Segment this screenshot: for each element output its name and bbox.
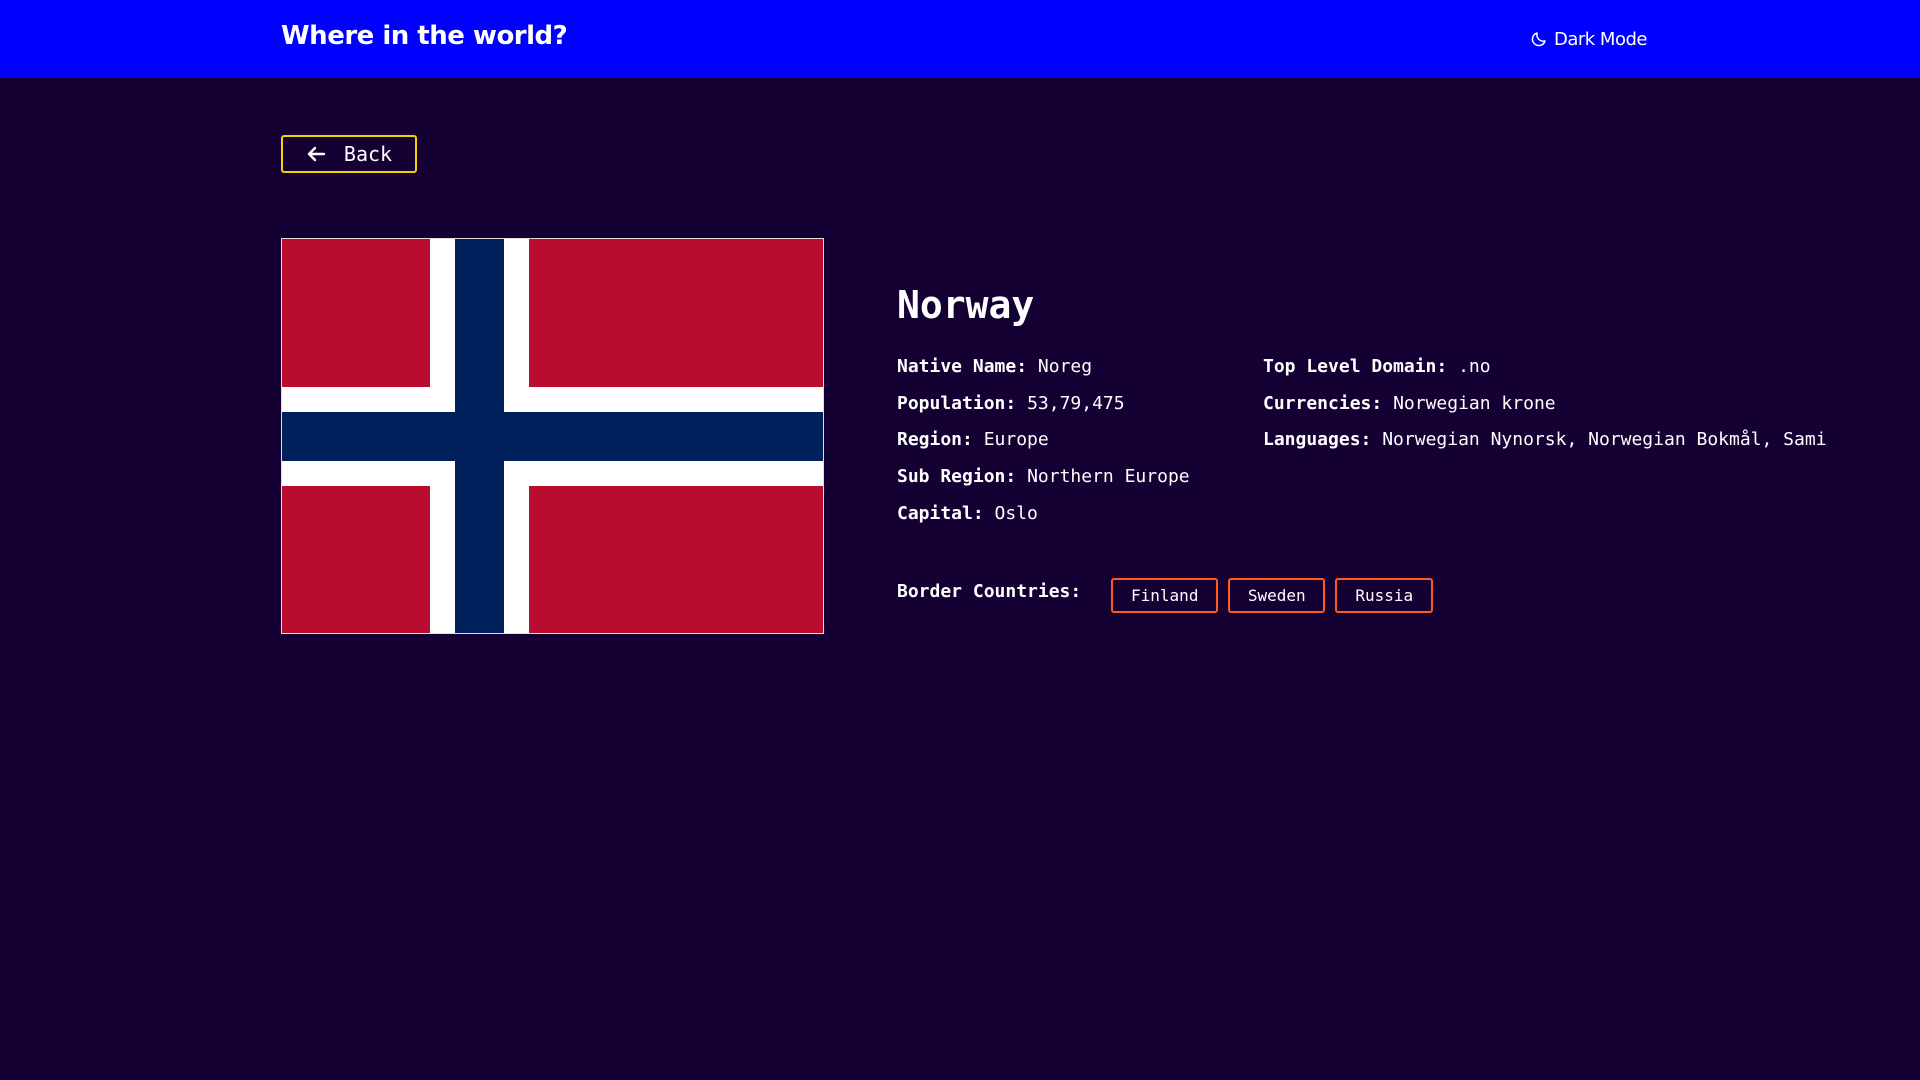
detail-value: Norwegian krone bbox=[1393, 392, 1556, 414]
detail-label: Region: bbox=[897, 429, 973, 451]
border-country-button[interactable]: Russia bbox=[1335, 578, 1434, 613]
detail-population: Population: 53,79,475 bbox=[897, 393, 1190, 430]
detail-currencies: Currencies: Norwegian krone bbox=[1263, 393, 1827, 430]
detail-languages: Languages: Norwegian Nynorsk, Norwegian … bbox=[1263, 429, 1827, 466]
border-country-button[interactable]: Sweden bbox=[1228, 578, 1326, 613]
detail-top-level-domain: Top Level Domain: .no bbox=[1263, 356, 1827, 393]
app-title: Where in the world? bbox=[281, 21, 568, 51]
detail-sub-region: Sub Region: Northern Europe bbox=[897, 466, 1190, 503]
detail-label: Sub Region: bbox=[897, 466, 1017, 488]
moon-icon bbox=[1530, 30, 1548, 48]
detail-label: Languages: bbox=[1263, 429, 1372, 451]
detail-native-name: Native Name: Noreg bbox=[897, 356, 1190, 393]
detail-value: Noreg bbox=[1037, 356, 1093, 377]
flag-blue-horizontal bbox=[282, 412, 823, 461]
detail-label: Native Name: bbox=[897, 356, 1028, 377]
dark-mode-toggle[interactable]: Dark Mode bbox=[1530, 27, 1647, 51]
detail-label: Currencies: bbox=[1263, 392, 1383, 414]
dark-mode-label: Dark Mode bbox=[1554, 28, 1647, 50]
detail-region: Region: Europe bbox=[897, 429, 1190, 466]
detail-label: Population: bbox=[897, 392, 1017, 414]
arrow-left-icon bbox=[306, 146, 326, 162]
app-header: Where in the world? Dark Mode bbox=[0, 0, 1920, 78]
detail-value: Oslo bbox=[994, 502, 1038, 524]
detail-label: Top Level Domain: bbox=[1263, 356, 1448, 377]
detail-value: 53,79,475 bbox=[1027, 392, 1125, 414]
detail-value: Northern Europe bbox=[1027, 466, 1190, 488]
detail-value: Norwegian Nynorsk, Norwegian Bokmål, Sam… bbox=[1382, 429, 1827, 451]
country-name: Norway bbox=[897, 283, 1035, 327]
border-countries: Border Countries: Finland Sweden Russia bbox=[897, 578, 1443, 613]
back-label: Back bbox=[343, 142, 393, 166]
details-right: Top Level Domain: .no Currencies: Norweg… bbox=[1263, 356, 1827, 466]
detail-value: Europe bbox=[983, 429, 1049, 451]
detail-value: .no bbox=[1458, 356, 1491, 377]
border-countries-label: Border Countries: bbox=[897, 581, 1082, 602]
country-flag bbox=[281, 238, 824, 634]
detail-label: Capital: bbox=[897, 502, 984, 524]
border-country-button[interactable]: Finland bbox=[1111, 578, 1219, 613]
details-left: Native Name: Noreg Population: 53,79,475… bbox=[897, 356, 1190, 539]
back-button[interactable]: Back bbox=[281, 135, 417, 173]
detail-capital: Capital: Oslo bbox=[897, 503, 1190, 540]
